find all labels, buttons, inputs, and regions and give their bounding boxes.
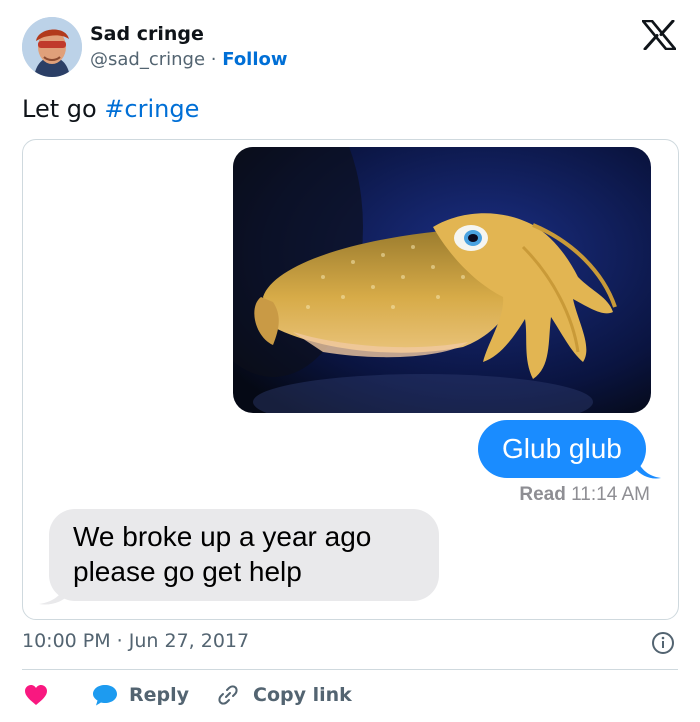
reply-label: Reply [129,684,190,706]
info-icon[interactable] [651,631,675,655]
tweet-timestamp[interactable]: 10:00 PM · Jun 27, 2017 [22,629,249,653]
x-logo-icon[interactable] [642,20,676,50]
avatar-image [22,17,82,77]
copy-link-label: Copy link [253,684,352,706]
heart-icon [25,685,47,705]
follow-button[interactable]: Follow [222,49,287,70]
cuttlefish-photo [233,147,651,413]
author-name[interactable]: Sad cringe [90,22,204,46]
tweet-text: Let go #cringe [22,94,199,124]
author-handle-row: @sad_cringe · Follow [90,48,288,72]
avatar[interactable] [22,17,82,77]
action-bar: Reply Copy link [22,681,682,709]
read-time: 11:14 AM [571,484,650,505]
tweet-body: Let go [22,95,105,123]
read-label: Read [519,484,566,505]
divider [22,669,678,670]
author-handle[interactable]: @sad_cringe [90,49,205,70]
read-receipt: Read 11:14 AM [519,484,650,506]
reply-button[interactable]: Reply [92,681,189,709]
sent-bubble-tail [635,454,661,479]
link-icon [218,685,238,705]
received-message-bubble: We broke up a year ago please go get hel… [49,509,439,601]
received-line-1: We broke up a year ago [73,521,372,552]
media-card[interactable]: Glub glub Read 11:14 AM We broke up a ye… [22,139,679,620]
received-line-2: please go get help [73,556,302,587]
like-button[interactable] [24,681,48,709]
hashtag-link[interactable]: #cringe [104,95,199,123]
sent-message-bubble: Glub glub [478,420,646,478]
copy-link-button[interactable]: Copy link [216,681,352,709]
received-bubble-tail [39,578,69,605]
separator-dot: · [210,49,217,70]
speech-bubble-icon [93,685,117,706]
